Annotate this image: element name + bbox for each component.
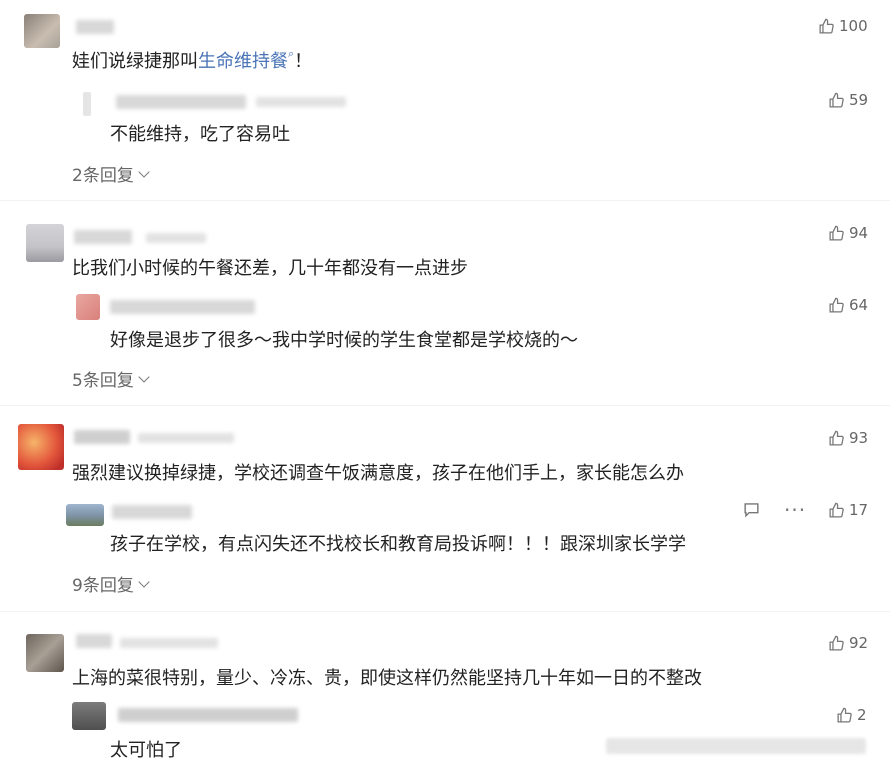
- reply-like-button[interactable]: 64: [828, 296, 868, 314]
- expand-label: 5条回复: [72, 371, 134, 391]
- divider: [0, 405, 890, 406]
- username-blurred[interactable]: [74, 230, 132, 244]
- reply-like-count: 59: [849, 91, 869, 109]
- comment-icon[interactable]: [742, 500, 761, 523]
- reply-like-count: 17: [849, 501, 869, 519]
- time-blurred: [146, 233, 206, 243]
- reply-text: 孩子在学校，有点闪失还不找校长和教育局投诉啊！！！跟深圳家长学学: [110, 534, 686, 555]
- expand-replies-button[interactable]: 9条回复: [72, 571, 150, 596]
- reply-username-blurred[interactable]: [110, 300, 255, 314]
- comment-text: 强烈建议换掉绿捷，学校还调查午饭满意度，孩子在他们手上，家长能怎么办: [72, 463, 684, 484]
- avatar[interactable]: [24, 14, 60, 48]
- avatar[interactable]: [18, 424, 64, 470]
- like-count: 93: [849, 429, 869, 447]
- reply-like-button[interactable]: 17: [828, 501, 868, 519]
- watermark-blurred: [606, 738, 866, 754]
- like-button[interactable]: 92: [828, 634, 868, 652]
- avatar[interactable]: [26, 224, 64, 262]
- expand-label: 9条回复: [72, 576, 134, 596]
- thumbs-up-icon: [829, 502, 844, 518]
- comment-text: 娃们说绿捷那叫生命维持餐⌕！: [72, 47, 312, 73]
- reply-username-blurred[interactable]: [112, 505, 192, 519]
- reply-like-count: 64: [849, 296, 869, 314]
- time-blurred: [138, 433, 234, 443]
- reply-username-blurred[interactable]: [118, 708, 298, 722]
- thumbs-up-icon: [829, 225, 844, 241]
- like-count: 94: [849, 224, 869, 242]
- thumbs-up-icon: [829, 92, 844, 108]
- expand-replies-button[interactable]: 2条回复: [72, 161, 150, 186]
- like-button[interactable]: 94: [828, 224, 868, 242]
- like-count: 92: [849, 634, 869, 652]
- topic-link[interactable]: 生命维持餐: [198, 51, 288, 72]
- reply-avatar[interactable]: [72, 702, 106, 730]
- thumbs-up-icon: [837, 707, 852, 723]
- divider: [0, 611, 890, 612]
- username-blurred[interactable]: [76, 634, 112, 648]
- reply-time-blurred: [256, 97, 346, 107]
- comment-text-plain: 娃们说绿捷那叫: [72, 51, 198, 72]
- reply-text: 太可怕了: [110, 740, 182, 761]
- reply-avatar[interactable]: [66, 504, 104, 526]
- username-blurred[interactable]: [74, 430, 130, 444]
- more-dots-icon[interactable]: ···: [784, 498, 806, 522]
- expand-replies-button[interactable]: 5条回复: [72, 366, 150, 391]
- comment-text: 上海的菜很特别，量少、冷冻、贵，即使这样仍然能坚持几十年如一日的不整改: [72, 668, 702, 689]
- expand-label: 2条回复: [72, 166, 134, 186]
- avatar[interactable]: [26, 634, 64, 672]
- thumbs-up-icon: [829, 635, 844, 651]
- time-blurred: [120, 638, 218, 648]
- chevron-down-icon: [138, 165, 150, 178]
- thumbs-up-icon: [819, 18, 834, 34]
- reply-like-button[interactable]: 2: [836, 706, 867, 724]
- like-count: 100: [839, 17, 868, 35]
- comment-text-suffix: ！: [294, 51, 313, 72]
- reply-text: 不能维持，吃了容易吐: [110, 124, 290, 145]
- comment-text: 比我们小时候的午餐还差，几十年都没有一点进步: [72, 258, 468, 279]
- reply-avatar[interactable]: [76, 294, 100, 320]
- reply-like-count: 2: [857, 706, 867, 724]
- like-button[interactable]: 100: [818, 17, 868, 35]
- reply-username-blurred[interactable]: [116, 95, 246, 109]
- chevron-down-icon: [138, 575, 150, 588]
- thumbs-up-icon: [829, 430, 844, 446]
- reply-text: 好像是退步了很多～我中学时候的学生食堂都是学校烧的～: [110, 330, 578, 351]
- thumbs-up-icon: [829, 297, 844, 313]
- like-button[interactable]: 93: [828, 429, 868, 447]
- reply-like-button[interactable]: 59: [828, 91, 868, 109]
- divider: [0, 200, 890, 201]
- reply-bar: [83, 92, 91, 116]
- chevron-down-icon: [138, 370, 150, 383]
- username-blurred[interactable]: [76, 20, 114, 34]
